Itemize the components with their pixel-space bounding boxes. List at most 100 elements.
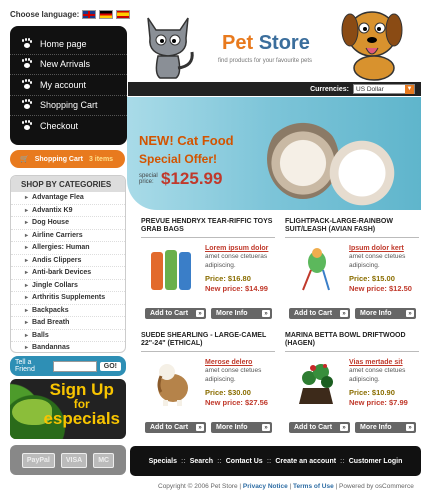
- add-to-cart-button[interactable]: Add to Cart »: [145, 422, 206, 433]
- more-info-button[interactable]: More Info »: [355, 422, 416, 433]
- main-nav: Home page New Arrivals My account Shoppi…: [10, 26, 127, 145]
- add-to-cart-button[interactable]: Add to Cart »: [289, 308, 350, 319]
- cart-label: Shopping Cart: [34, 155, 83, 163]
- product-image[interactable]: [289, 244, 343, 294]
- nav-my-account[interactable]: My account: [10, 75, 127, 96]
- categories-title: SHOP BY CATEGORIES: [11, 176, 125, 192]
- arrow-right-icon: »: [340, 424, 348, 431]
- product-link[interactable]: Vias mertade sit: [349, 358, 419, 367]
- footer-link-login[interactable]: Customer Login: [349, 458, 403, 465]
- currencies-bar: Currencies: US Dollar ▼: [128, 82, 421, 96]
- category-item[interactable]: Bandannas: [11, 342, 125, 352]
- category-item[interactable]: Airline Carriers: [11, 230, 125, 242]
- product-info: Ipsum dolor kert amet conse ctetues adip…: [349, 244, 419, 293]
- arrow-right-icon: »: [262, 310, 270, 317]
- paw-icon: [22, 100, 32, 110]
- category-item[interactable]: Allergies: Human: [11, 242, 125, 255]
- page: Choose language: Home page New Arrivals …: [0, 0, 430, 499]
- separator: ::: [217, 457, 222, 465]
- product-new-price: New price: $12.50: [349, 283, 412, 293]
- german-flag-icon[interactable]: [99, 10, 114, 19]
- category-item[interactable]: Arthritis Supplements: [11, 292, 125, 305]
- banner-product: Cat Food: [177, 133, 234, 148]
- tell-a-friend: Tell a Friend GO!: [10, 356, 126, 376]
- nav-label: Home page: [40, 38, 87, 49]
- store-logo[interactable]: Pet Store: [222, 32, 310, 55]
- language-label: Choose language:: [10, 10, 80, 19]
- product-title[interactable]: MARINA BETTA BOWL DRIFTWOOD (HAGEN): [285, 332, 419, 352]
- product-title[interactable]: PREVUE HENDRYX TEAR-RIFFIC TOYS GRAB BAG…: [141, 218, 275, 238]
- cartoon-cat-image: [147, 17, 194, 79]
- product-card: SUEDE SHEARLING - LARGE-CAMEL 22"-24" (E…: [141, 332, 275, 442]
- category-item[interactable]: Dog House: [11, 217, 125, 230]
- more-info-button[interactable]: More Info »: [211, 308, 272, 319]
- english-flag-icon[interactable]: [82, 10, 97, 19]
- category-item[interactable]: Advantix K9: [11, 205, 125, 217]
- category-item[interactable]: Andis Clippers: [11, 255, 125, 267]
- signup-banner[interactable]: Sign Up for especials: [10, 379, 126, 439]
- product-new-price: New price: $7.99: [349, 397, 408, 407]
- separator: ::: [266, 457, 272, 465]
- nav-home[interactable]: Home page: [10, 34, 127, 55]
- tell-friend-input[interactable]: [52, 360, 97, 372]
- arrow-right-icon: »: [196, 424, 204, 431]
- categories-box: SHOP BY CATEGORIES Advantage Flea Advant…: [10, 175, 126, 353]
- banner-headline: NEW! Cat Food: [139, 133, 234, 148]
- more-info-button[interactable]: More Info »: [355, 308, 416, 319]
- currency-select[interactable]: US Dollar ▼: [353, 84, 415, 94]
- footer-link-contact[interactable]: Contact Us: [226, 458, 263, 465]
- signup-line1: Sign Up: [49, 380, 114, 399]
- privacy-link[interactable]: Privacy Notice: [243, 483, 288, 490]
- separator: ::: [181, 457, 186, 465]
- more-info-button[interactable]: More Info »: [211, 422, 272, 433]
- arrow-right-icon: »: [196, 310, 204, 317]
- product-title[interactable]: FLIGHTPACK-LARGE-RAINBOW SUIT/LEASH (AVI…: [285, 218, 419, 238]
- footer-link-create-account[interactable]: Create an account: [275, 458, 336, 465]
- arrow-right-icon: »: [406, 310, 414, 317]
- signup-line3: especials: [43, 409, 120, 428]
- nav-new-arrivals[interactable]: New Arrivals: [10, 55, 127, 75]
- category-item[interactable]: Backpacks: [11, 305, 125, 317]
- logo-part-2: Store: [258, 32, 310, 54]
- chevron-down-icon: ▼: [405, 84, 414, 94]
- copyright-text: Copyright © 2006 Pet Store: [158, 483, 238, 490]
- category-item[interactable]: Anti-bark Devices: [11, 267, 125, 280]
- footer-link-search[interactable]: Search: [190, 458, 213, 465]
- kitten-image: [325, 137, 399, 209]
- product-info: Vias mertade sit amet conse ctetues adip…: [349, 358, 419, 407]
- more-info-label: More Info: [216, 310, 248, 317]
- category-item[interactable]: Balls: [11, 330, 125, 342]
- category-item[interactable]: Advantage Flea: [11, 192, 125, 205]
- arrow-right-icon: »: [406, 424, 414, 431]
- logo-part-1: Pet: [222, 32, 259, 54]
- product-image[interactable]: [145, 244, 199, 294]
- product-image[interactable]: [289, 358, 343, 408]
- product-image[interactable]: [145, 358, 199, 408]
- product-desc: amet conse ctetues adipiscing.: [349, 253, 406, 269]
- terms-link[interactable]: Terms of Use: [293, 483, 334, 490]
- cart-count: 3 items: [88, 155, 114, 163]
- product-new-price: New price: $14.99: [205, 283, 268, 293]
- nav-label: My account: [40, 79, 87, 90]
- spanish-flag-icon[interactable]: [116, 10, 131, 19]
- language-selector: Choose language:: [10, 10, 131, 19]
- nav-shopping-cart[interactable]: Shopping Cart: [10, 96, 127, 116]
- go-button[interactable]: GO!: [99, 361, 121, 371]
- arrow-right-icon: »: [340, 310, 348, 317]
- category-item[interactable]: Bad Breath: [11, 317, 125, 330]
- category-item[interactable]: Jingle Collars: [11, 280, 125, 292]
- product-title[interactable]: SUEDE SHEARLING - LARGE-CAMEL 22"-24" (E…: [141, 332, 275, 352]
- nav-checkout[interactable]: Checkout: [10, 116, 127, 137]
- footer-link-specials[interactable]: Specials: [149, 458, 177, 465]
- shopping-cart-bar[interactable]: 🛒 Shopping Cart 3 items: [10, 150, 125, 168]
- add-to-cart-button[interactable]: Add to Cart »: [289, 422, 350, 433]
- add-to-cart-button[interactable]: Add to Cart »: [145, 308, 206, 319]
- product-price: Price: $30.00: [205, 387, 251, 397]
- product-link[interactable]: Lorem ipsum dolor: [205, 244, 275, 253]
- banner-price: $125.99: [161, 169, 223, 188]
- product-link[interactable]: Merose delero: [205, 358, 275, 367]
- promo-banner[interactable]: NEW! Cat Food Special Offer! special pri…: [127, 97, 421, 210]
- currencies-label: Currencies:: [310, 85, 349, 93]
- nav-label: New Arrivals: [40, 59, 91, 70]
- product-link[interactable]: Ipsum dolor kert: [349, 244, 419, 253]
